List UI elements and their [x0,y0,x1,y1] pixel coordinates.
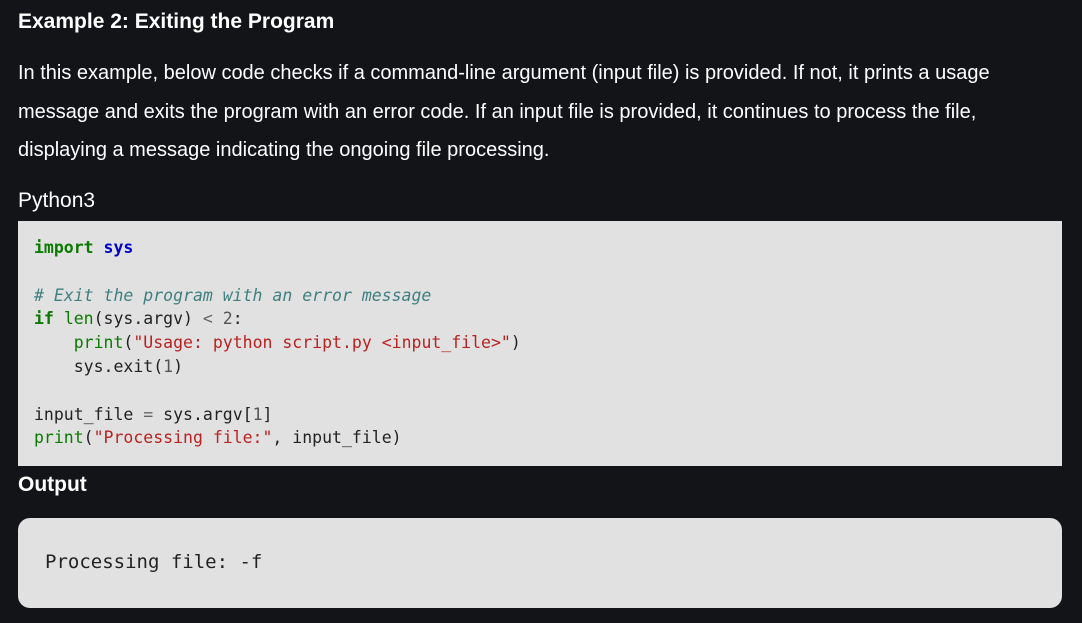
description-paragraph: In this example, below code checks if a … [18,62,990,161]
code-text: , input_file) [272,428,402,448]
code-string: "Processing file:" [93,428,273,448]
code-text: ( [123,333,134,353]
code-builtin: len [63,309,94,329]
code-builtin: print [34,428,84,448]
code-keyword: if [34,309,54,329]
article-page: Example 2: Exiting the Program In this e… [0,0,1082,623]
code-text: : [232,309,243,329]
code-builtin: print [73,333,124,353]
code-line-8: input_file = sys.argv[1] [34,403,1062,427]
code-content[interactable]: import sys # Exit the program with an err… [34,236,1062,450]
code-line-4: if len(sys.argv) < 2: [34,307,1062,331]
code-line-5: print("Usage: python script.py <input_fi… [34,331,1062,355]
code-comment: # Exit the program with an error message [34,285,432,305]
code-module: sys [103,238,134,257]
code-number: 2 [222,309,233,329]
code-string: "Usage: python script.py <input_file>" [133,333,511,353]
code-text: (sys.argv) [93,309,203,329]
code-block[interactable]: import sys # Exit the program with an err… [18,221,1062,466]
code-text: ) [510,333,521,353]
code-text: sys.exit( [73,356,164,376]
code-line-9: print("Processing file:", input_file) [34,426,1062,450]
output-text: Processing file: -f [45,551,263,573]
code-text: input_file [34,404,144,424]
code-line-6: sys.exit(1) [34,355,1062,379]
code-text: ) [173,356,184,376]
code-line-1: import sys [34,236,1062,260]
section-heading: Example 2: Exiting the Program [18,10,335,33]
code-line-3: # Exit the program with an error message [34,284,1062,308]
output-block[interactable]: Processing file: -f [18,518,1062,608]
code-number: 1 [252,404,263,424]
code-text: sys.argv[ [153,404,253,424]
code-text: ] [262,404,273,424]
code-operator: < [202,309,213,329]
language-tab-python3[interactable]: Python3 [18,186,95,216]
code-text: ( [83,428,94,448]
code-operator: = [143,404,154,424]
output-heading: Output [18,473,87,496]
code-number: 1 [163,356,174,376]
code-keyword: import [34,238,94,257]
